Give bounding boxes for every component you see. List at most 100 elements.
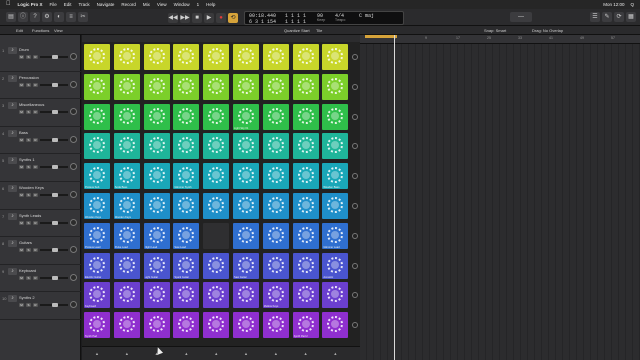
record-enable-button[interactable]: R (33, 55, 38, 59)
loop-cell[interactable]: Wooden Bass (322, 163, 349, 190)
solo-button[interactable]: S (26, 82, 31, 87)
loop-cell[interactable] (292, 282, 319, 309)
mute-button[interactable]: M (19, 110, 24, 115)
volume-fader[interactable] (40, 248, 68, 253)
loop-cell[interactable] (292, 252, 319, 279)
loop-cell[interactable] (203, 163, 230, 190)
fader-handle[interactable] (52, 137, 58, 142)
toolbar-icon[interactable]: ⚙ (42, 12, 52, 22)
editors-icon[interactable]: ✂ (78, 12, 88, 22)
loop-cell[interactable]: Night Lead (143, 222, 170, 249)
loop-cell[interactable] (233, 193, 259, 219)
record-button[interactable]: ● (216, 13, 226, 23)
apple-icon[interactable]:  (6, 0, 11, 9)
fader-handle[interactable] (52, 82, 58, 87)
loop-cell[interactable] (322, 312, 349, 339)
loop-cell[interactable] (203, 252, 230, 279)
row-trigger-button[interactable] (352, 232, 358, 239)
solo-button[interactable]: S (26, 55, 31, 59)
track-name[interactable]: Wooden Keys (19, 185, 44, 190)
pan-knob[interactable] (70, 301, 77, 309)
loop-cell[interactable]: Light Guitar (143, 252, 170, 279)
list-editors-icon[interactable]: ☰ (590, 12, 600, 22)
mute-button[interactable]: M (19, 193, 24, 197)
row-trigger-button[interactable] (352, 143, 358, 150)
tile-menu[interactable]: Tile (316, 26, 322, 35)
pan-knob[interactable] (70, 108, 77, 116)
row-trigger-button[interactable] (352, 54, 358, 60)
loop-cell[interactable] (262, 73, 289, 100)
loop-cell[interactable] (292, 222, 319, 249)
row-trigger-button[interactable] (352, 262, 358, 269)
track-name[interactable]: Miscellaneous (19, 102, 44, 107)
track-header[interactable]: 9 ♪ Keyboard M S R (0, 264, 81, 293)
volume-fader[interactable] (40, 193, 68, 197)
play-button[interactable]: ▶ (204, 13, 214, 23)
mute-button[interactable]: M (19, 248, 24, 253)
loop-cell[interactable]: Wooden Keys (84, 193, 110, 219)
loop-cell[interactable] (143, 44, 170, 70)
fader-handle[interactable] (52, 275, 58, 280)
playhead[interactable] (394, 35, 395, 360)
scene-trigger-button[interactable]: ▲ (301, 351, 311, 356)
record-enable-button[interactable]: R (33, 248, 38, 253)
menu-navigate[interactable]: Navigate (97, 0, 115, 9)
loop-cell[interactable] (173, 133, 200, 160)
menu-record[interactable]: Record (121, 0, 136, 9)
loop-cell[interactable] (262, 312, 289, 339)
loop-cell[interactable]: Saw Guitar (233, 252, 259, 279)
loop-cell[interactable]: Mellow Keys (262, 282, 289, 309)
loop-cell[interactable]: Acoustic (322, 252, 349, 279)
loop-cell[interactable] (143, 103, 170, 130)
track-header[interactable]: 2 ♪ Percussion M S R (0, 71, 81, 100)
mute-button[interactable]: M (19, 137, 24, 142)
mute-button[interactable]: M (19, 55, 24, 59)
pan-knob[interactable] (70, 273, 77, 281)
menu-view[interactable]: View (157, 0, 167, 9)
cycle-region[interactable] (365, 35, 397, 38)
loop-browser-icon[interactable]: ⟳ (614, 12, 624, 22)
loop-cell[interactable]: Pulse Lead (113, 222, 140, 249)
track-header[interactable]: 8 ♪ Guitars M S R (0, 236, 81, 265)
loop-cell[interactable] (113, 44, 140, 70)
loop-cell[interactable] (292, 103, 319, 130)
pan-knob[interactable] (70, 246, 77, 254)
volume-fader[interactable] (40, 137, 68, 142)
loop-cell[interactable] (233, 73, 259, 100)
pan-knob[interactable] (70, 80, 77, 88)
loop-cell[interactable] (233, 163, 259, 190)
volume-fader[interactable] (40, 55, 68, 59)
solo-button[interactable]: S (26, 275, 31, 280)
row-trigger-button[interactable] (352, 173, 358, 180)
loop-cell[interactable] (203, 133, 230, 160)
loop-cell[interactable] (262, 222, 289, 249)
loop-cell[interactable]: Soda Bass (113, 163, 140, 190)
track-header[interactable]: 4 ♪ Bass M S R (0, 126, 81, 155)
menu-app[interactable]: Logic Pro X (18, 0, 43, 9)
solo-button[interactable]: S (26, 248, 31, 253)
record-enable-button[interactable]: R (33, 165, 38, 170)
loop-cell[interactable] (113, 103, 140, 130)
fader-handle[interactable] (52, 248, 58, 253)
row-trigger-button[interactable] (352, 292, 358, 299)
record-enable-button[interactable]: R (33, 82, 38, 87)
loop-cell[interactable] (233, 133, 259, 160)
loop-cell[interactable] (173, 312, 200, 339)
menu-file[interactable]: File (50, 0, 57, 9)
spotlight-icon[interactable]: Q (630, 0, 634, 9)
loop-cell[interactable] (84, 73, 110, 100)
menu-track[interactable]: Track (79, 0, 90, 9)
track-header[interactable]: 7 ♪ Synth Leads M S R (0, 209, 81, 238)
volume-fader[interactable] (40, 82, 68, 87)
scene-trigger-button[interactable]: ▲ (241, 351, 251, 356)
loop-cell[interactable] (143, 133, 170, 160)
row-trigger-button[interactable] (352, 83, 358, 90)
volume-fader[interactable] (40, 275, 68, 280)
solo-button[interactable]: S (26, 303, 31, 308)
fader-handle[interactable] (52, 165, 58, 170)
loop-cell[interactable] (322, 133, 349, 160)
tracks-area[interactable]: 1917253341495765 (360, 35, 640, 360)
loop-cell[interactable] (143, 193, 170, 219)
loop-cell[interactable] (322, 44, 349, 70)
loop-cell[interactable] (203, 312, 230, 339)
